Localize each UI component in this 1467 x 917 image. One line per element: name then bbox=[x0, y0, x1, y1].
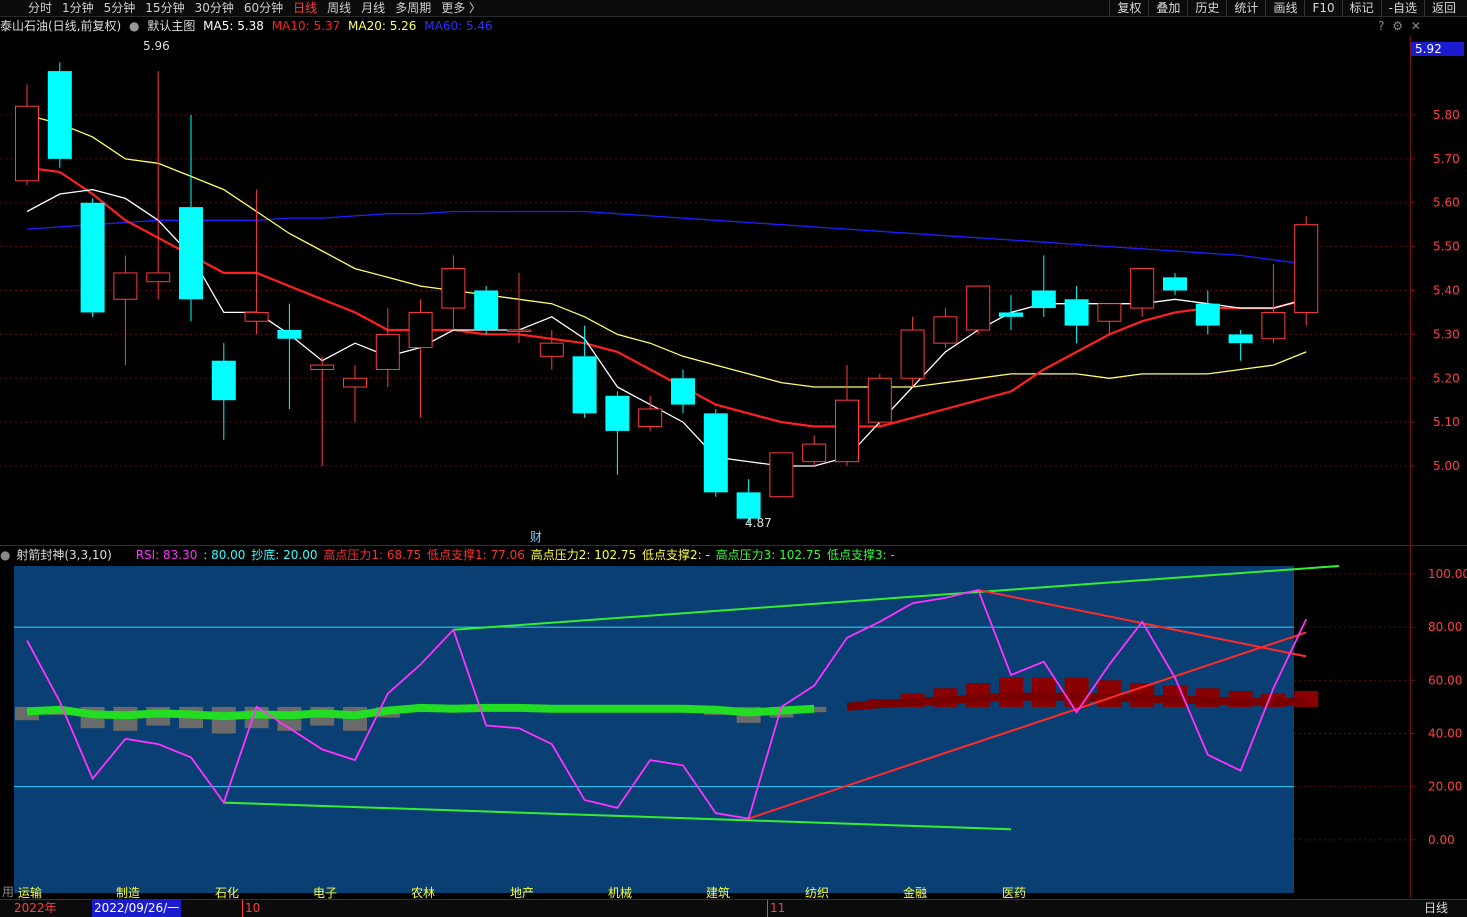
candle-body bbox=[671, 378, 695, 405]
low1-label: 低点支撑1: 77.06 bbox=[427, 548, 525, 562]
candle-body bbox=[15, 105, 39, 182]
candle-body bbox=[802, 443, 827, 463]
candle-body bbox=[1130, 268, 1155, 309]
candle-body bbox=[441, 268, 466, 309]
year-label: 2022年 bbox=[14, 901, 57, 915]
indicator-dropdown-icon[interactable]: ● bbox=[0, 548, 10, 562]
candle-body bbox=[638, 408, 663, 428]
fin-marker[interactable]: 财 bbox=[530, 530, 542, 544]
cursor-date: 2022/09/26/一 bbox=[92, 900, 182, 917]
price-tick-label: 5.70 bbox=[1433, 152, 1460, 166]
rsi-label: RSI: 83.30 bbox=[135, 548, 198, 562]
chaodi-label: 抄底: 20.00 bbox=[251, 548, 318, 562]
main-info-bar: 泰山石油(日线,前复权) ● 默认主图 MA5: 5.38 MA10: 5.37… bbox=[0, 17, 1410, 35]
price-tag: 5.92 bbox=[1415, 42, 1442, 56]
indicator-tick-label: 20.00 bbox=[1428, 780, 1462, 794]
candle-body bbox=[375, 333, 400, 370]
candle-body bbox=[867, 377, 892, 423]
high-annotation: 5.96 bbox=[143, 39, 170, 53]
price-tick-label: 5.20 bbox=[1433, 371, 1460, 385]
candle-body bbox=[1294, 224, 1319, 313]
candle-body bbox=[1163, 277, 1187, 291]
indicator-tick-label: 0.00 bbox=[1428, 833, 1455, 847]
candle-body bbox=[999, 312, 1023, 317]
candle-body bbox=[900, 329, 925, 379]
rsi-line-label: : 80.00 bbox=[203, 548, 246, 562]
theme-label[interactable]: 默认主图 bbox=[147, 19, 195, 33]
low-annotation: 4.87 bbox=[745, 516, 772, 530]
left-marker: 用 bbox=[2, 885, 15, 899]
indicator-name[interactable]: 射箭封神(3,3,10) bbox=[16, 548, 112, 562]
price-tick-label: 5.40 bbox=[1433, 284, 1460, 298]
ma5-line bbox=[26, 188, 1307, 467]
low2-label: 低点支撑2: - bbox=[642, 548, 710, 562]
high1-label: 高点压力1: 68.75 bbox=[323, 548, 422, 562]
candle-body bbox=[966, 285, 991, 331]
candle-body bbox=[1031, 290, 1056, 309]
candle-body bbox=[146, 272, 171, 283]
month-10: 10 bbox=[242, 900, 260, 917]
ma10-label: MA10: 5.37 bbox=[271, 19, 341, 33]
indicator-info-bar: ● 射箭封神(3,3,10) RSI: 83.30 : 80.00 抄底: 20… bbox=[0, 546, 1410, 564]
candle-body bbox=[47, 71, 72, 159]
price-tick-label: 5.00 bbox=[1433, 459, 1460, 473]
candle-body bbox=[474, 290, 499, 330]
indicator-tick-label: 60.00 bbox=[1428, 673, 1462, 687]
candle-body bbox=[179, 207, 203, 300]
candle-body bbox=[507, 329, 531, 332]
candle-body bbox=[572, 356, 597, 414]
ma20-line bbox=[26, 114, 1307, 388]
candle-body bbox=[835, 399, 859, 463]
high3-label: 高点压力3: 102.75 bbox=[715, 548, 822, 562]
candle-body bbox=[605, 395, 630, 431]
candle-body bbox=[113, 272, 138, 300]
candle-body bbox=[933, 316, 958, 344]
candle-body bbox=[277, 329, 302, 339]
indicator-tick-label: 40.00 bbox=[1428, 726, 1462, 740]
candle-body bbox=[80, 202, 105, 313]
ma5-label: MA5: 5.38 bbox=[203, 19, 264, 33]
candle-body bbox=[539, 342, 564, 357]
price-tick-label: 5.30 bbox=[1433, 327, 1460, 341]
candle-body bbox=[703, 413, 728, 493]
candle-body bbox=[343, 377, 367, 388]
price-tick-label: 5.80 bbox=[1433, 108, 1460, 122]
ma20-label: MA20: 5.26 bbox=[348, 19, 417, 33]
price-tick-label: 5.50 bbox=[1433, 240, 1460, 254]
candle-body bbox=[1228, 334, 1253, 344]
indicator-histogram-bar bbox=[999, 677, 1023, 707]
stock-title[interactable]: 泰山石油(日线,前复权) bbox=[0, 19, 121, 33]
candle-body bbox=[1195, 303, 1220, 326]
price-tick-label: 5.10 bbox=[1433, 415, 1460, 429]
ma60-label: MA60: 5.46 bbox=[424, 19, 493, 33]
candle-body bbox=[769, 452, 794, 498]
low3-label: 低点支撑3: - bbox=[826, 548, 895, 562]
candle-body bbox=[1064, 299, 1089, 326]
candle-body bbox=[1097, 303, 1122, 322]
high2-label: 高点压力2: 102.75 bbox=[530, 548, 637, 562]
indicator-histogram-bar bbox=[1064, 677, 1089, 707]
candle-body bbox=[211, 360, 236, 401]
indicator-histogram-bar bbox=[1031, 677, 1056, 707]
candle-body bbox=[244, 311, 269, 322]
indicator-tick-label: 100.00 bbox=[1428, 567, 1467, 581]
candle-body bbox=[1261, 311, 1286, 340]
header-icons: ? ⚙ ✕ bbox=[1378, 19, 1421, 33]
candle-body bbox=[736, 492, 761, 519]
price-tick-label: 5.60 bbox=[1433, 196, 1460, 210]
date-axis-bar: 用 2022年 2022/09/26/一 10 11 日线 bbox=[0, 885, 1467, 917]
theme-dropdown-icon[interactable]: ● bbox=[129, 19, 139, 33]
candle-body bbox=[408, 311, 433, 349]
indicator-tick-label: 80.00 bbox=[1428, 620, 1462, 634]
close-icon[interactable]: ✕ bbox=[1411, 19, 1421, 33]
question-icon[interactable]: ? bbox=[1378, 19, 1384, 33]
candle-body bbox=[310, 364, 335, 370]
ma60-line bbox=[26, 210, 1307, 265]
period-label[interactable]: 日线 bbox=[1424, 900, 1448, 917]
gear-icon[interactable]: ⚙ bbox=[1392, 19, 1403, 33]
month-11: 11 bbox=[767, 900, 785, 917]
chart-canvas[interactable]: 5.805.705.605.505.405.305.205.105.00100.… bbox=[0, 0, 1467, 916]
